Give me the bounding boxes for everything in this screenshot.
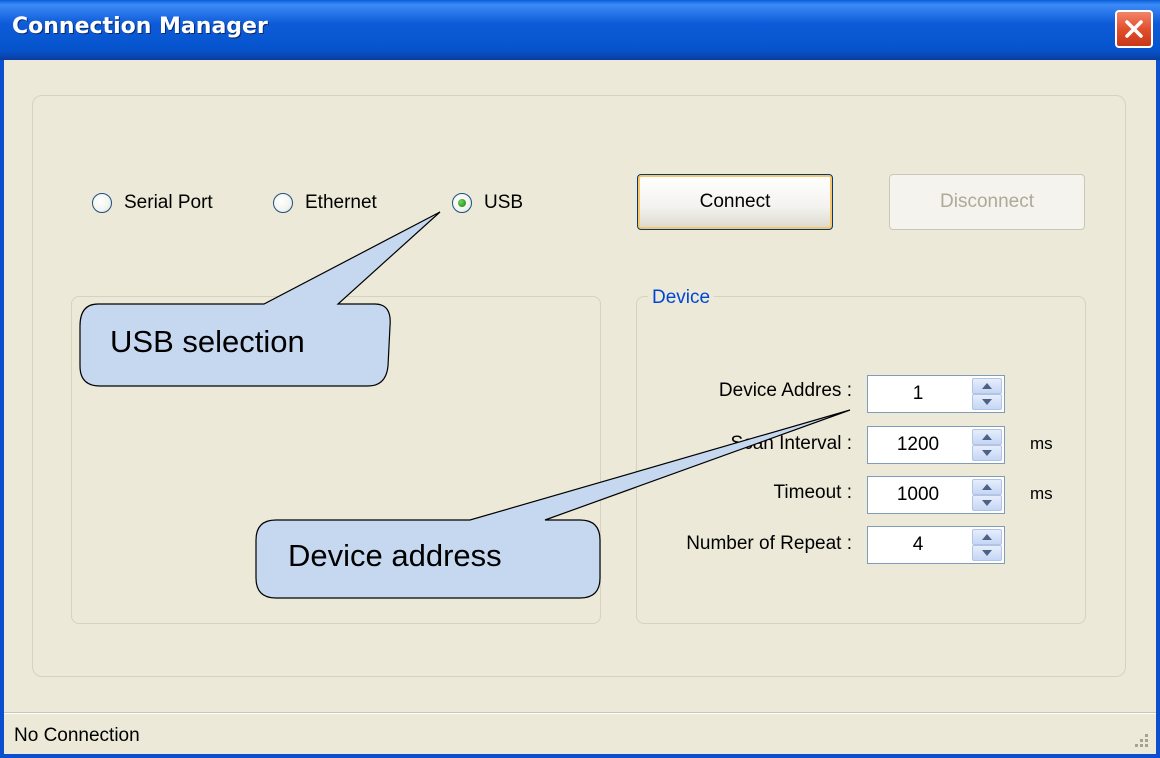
connection-status: No Connection (14, 725, 140, 746)
callout-usb-selection-text: USB selection (110, 324, 305, 359)
callout-device-address-text: Device address (288, 538, 502, 573)
statusbar-divider (4, 712, 1156, 714)
status-bar: No Connection (4, 715, 1156, 754)
resize-grip-icon[interactable] (1128, 729, 1150, 751)
window-frame-bottom (0, 754, 1160, 758)
callout-overlay (79, 211, 851, 599)
